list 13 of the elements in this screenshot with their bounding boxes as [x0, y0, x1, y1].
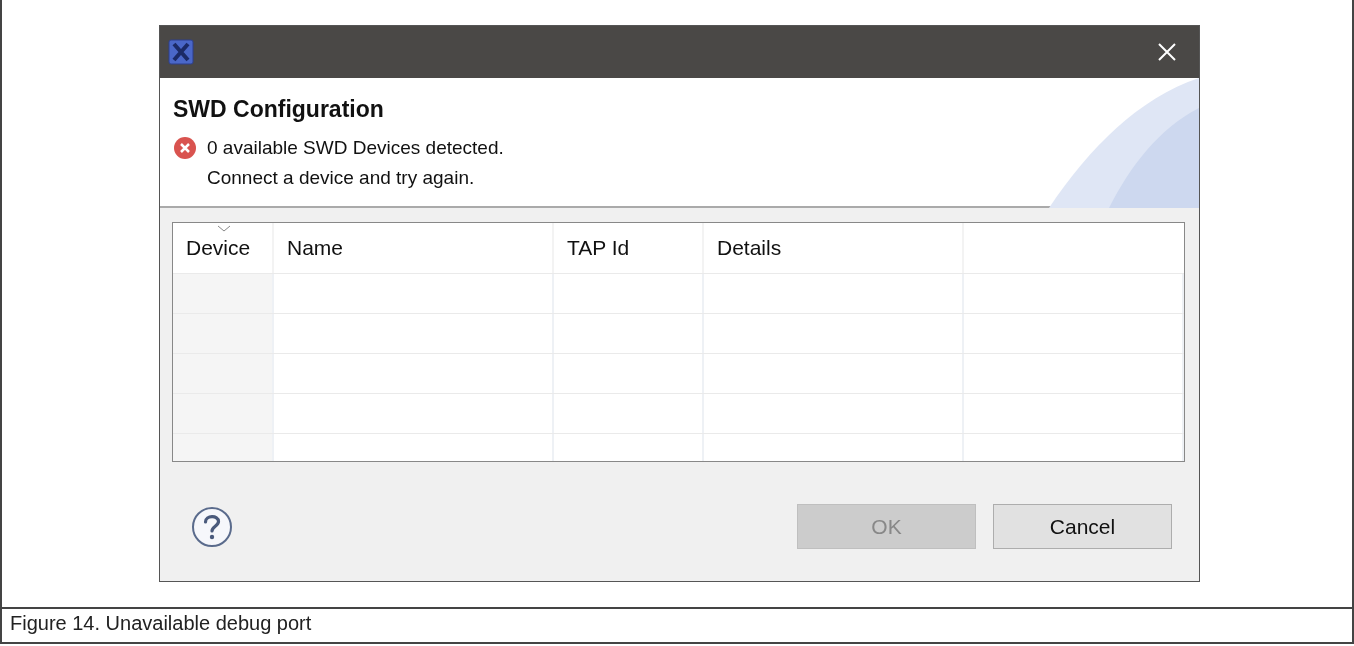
app-icon: [168, 39, 194, 65]
figure-caption: Figure 14. Unavailable debug port: [2, 607, 1352, 638]
close-icon[interactable]: [1157, 42, 1177, 62]
message-text: Connect a device and try again.: [207, 167, 475, 189]
help-icon[interactable]: [191, 505, 233, 548]
error-icon: [173, 136, 197, 160]
column-header[interactable]: TAP Id: [554, 223, 704, 273]
column-header[interactable]: Name: [274, 223, 554, 273]
column-header[interactable]: Details: [704, 223, 964, 273]
dialog-button[interactable]: Cancel: [993, 504, 1172, 549]
dialog-heading: SWD Configuration: [173, 96, 384, 123]
message-text: 0 available SWD Devices detected.: [207, 137, 504, 159]
sort-caret-icon: [217, 225, 231, 232]
